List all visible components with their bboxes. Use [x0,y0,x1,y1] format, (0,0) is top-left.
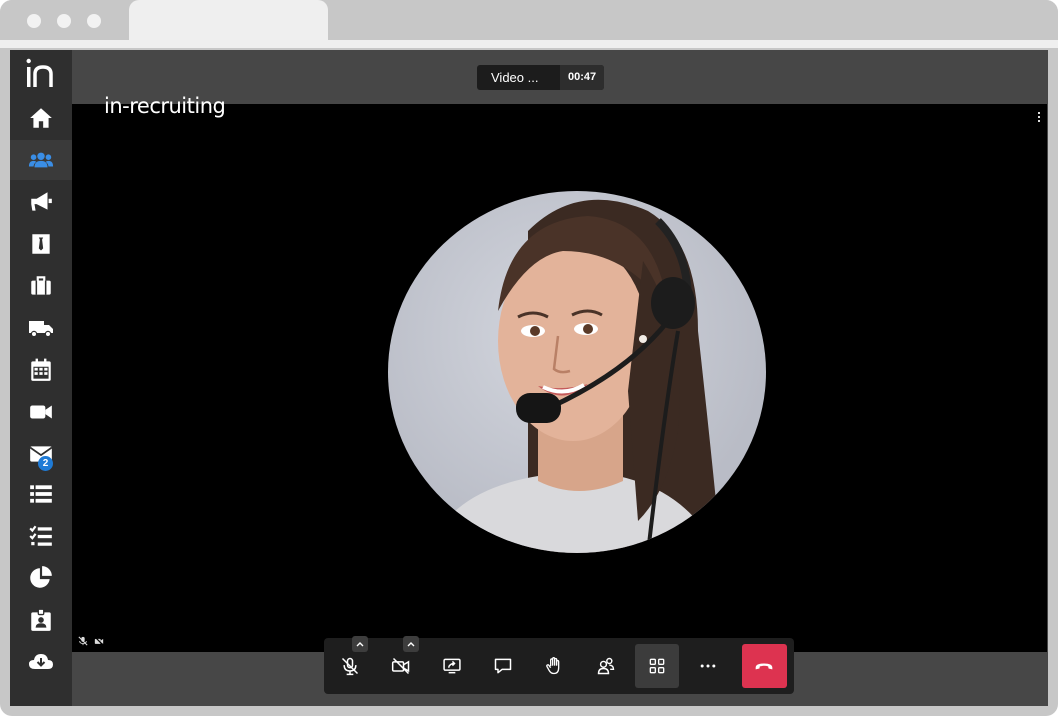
sidebar-item-badge[interactable] [10,600,72,640]
video-stage: in-recruiting [72,94,1047,652]
brand-watermark: in-recruiting [104,94,226,118]
chevron-up-icon [356,642,364,647]
sidebar-item-list[interactable] [10,474,72,514]
chat-icon [495,658,512,674]
badge-id-icon [31,608,51,631]
list-icon [30,485,52,503]
camera-options-button[interactable] [403,636,420,652]
screen-share-icon [443,658,461,674]
sidebar: 2 [10,50,72,706]
chat-button[interactable] [481,644,525,688]
browser-toolbar [0,40,1058,48]
megaphone-icon [31,192,52,211]
briefcase-icon [31,276,51,295]
hangup-button[interactable] [741,644,787,688]
sidebar-item-users[interactable] [10,140,72,180]
home-icon [30,108,52,128]
calendar-icon [31,358,51,381]
sidebar-item-video[interactable] [10,392,72,432]
id-card-icon [32,234,50,254]
mic-off-icon [342,657,359,676]
tile-view-button[interactable] [634,644,679,688]
sidebar-item-calendar[interactable] [10,350,72,390]
mail-badge: 2 [38,456,53,471]
local-status-indicators [78,636,104,646]
app-area: 2 Video ... 00:47 in-recruiting [10,50,1048,706]
share-screen-button[interactable] [430,644,474,688]
more-actions-button[interactable] [686,644,730,688]
tile-view-icon [649,658,665,674]
sidebar-item-tasks[interactable] [10,516,72,556]
sidebar-item-home[interactable] [10,98,72,138]
browser-tab[interactable] [129,0,328,40]
stage-menu-icon[interactable] [1037,112,1041,124]
pie-chart-icon [30,566,52,588]
users-icon [28,152,54,168]
mic-options-button[interactable] [352,636,369,652]
participant-photo [428,199,718,553]
mute-camera-button[interactable] [379,636,423,688]
sidebar-item-campaigns[interactable] [10,182,72,222]
window-minimize-dot[interactable] [57,14,71,28]
participants-button[interactable] [584,644,628,688]
cloud-download-icon [29,654,53,669]
browser-window: 2 Video ... 00:47 in-recruiting [0,0,1058,716]
sidebar-item-delivery[interactable] [10,308,72,348]
window-maximize-dot[interactable] [87,14,101,28]
meeting-area: Video ... 00:47 in-recruiting [72,50,1048,706]
checklist-icon [29,525,52,546]
participants-icon [597,657,614,675]
window-close-dot[interactable] [27,14,41,28]
sidebar-item-reports[interactable] [10,558,72,598]
browser-titlebar [0,0,1058,40]
camera-off-icon [392,657,410,675]
sidebar-item-mail[interactable]: 2 [10,434,72,474]
sidebar-item-profiles[interactable] [10,224,72,264]
truck-icon [29,321,53,338]
app-logo-icon[interactable] [18,56,62,90]
call-toolbar [324,636,794,694]
camera-muted-mini-icon [94,636,104,646]
more-icon [700,664,716,668]
meeting-title-pill: Video ... 00:47 [477,65,605,90]
video-icon [30,405,52,419]
elapsed-timer: 00:47 [560,65,605,90]
sidebar-item-jobs[interactable] [10,266,72,306]
raise-hand-icon [546,657,560,675]
meeting-title: Video ... [491,70,539,85]
mic-muted-mini-icon [78,636,88,646]
hangup-icon [756,663,773,670]
sidebar-item-download[interactable] [10,642,72,682]
mute-mic-button[interactable] [328,636,372,688]
raise-hand-button[interactable] [532,644,576,688]
chevron-up-icon [407,642,415,647]
participant-avatar [388,191,766,553]
